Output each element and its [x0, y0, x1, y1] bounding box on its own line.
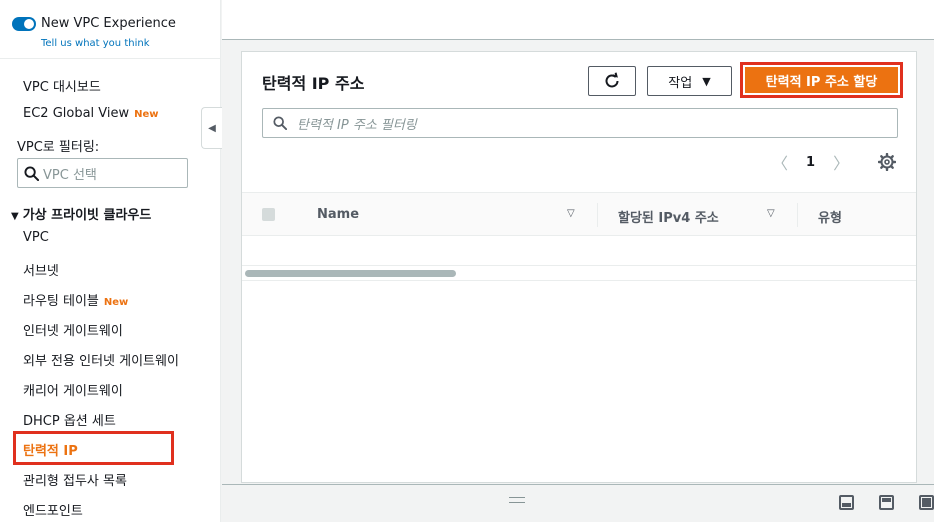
refresh-button[interactable]	[588, 66, 636, 96]
sidebar-item-route-tables[interactable]: 라우팅 테이블 New	[23, 290, 128, 309]
sidebar-item-ec2-global-view[interactable]: EC2 Global View New	[23, 106, 159, 121]
chevron-left-icon[interactable]: 〈	[772, 150, 788, 174]
new-vpc-experience-toggle-row[interactable]: New VPC Experience	[12, 16, 176, 31]
feedback-link[interactable]: Tell us what you think	[41, 38, 150, 49]
sidebar-item-elastic-ips[interactable]: 탄력적 IP	[23, 440, 78, 459]
sidebar-item-label: 캐리어 게이트웨이	[23, 384, 123, 399]
icon-fill	[922, 498, 931, 507]
page-title: 탄력적 IP 주소	[262, 74, 365, 93]
new-badge: New	[103, 297, 129, 308]
column-header-allocated-ipv4[interactable]: 할당된 IPv4 주소	[618, 207, 719, 226]
sidebar-item-label: 라우팅 테이블	[23, 294, 99, 309]
column-separator[interactable]	[797, 203, 798, 227]
sidebar-item-egress-only-gateways[interactable]: 외부 전용 인터넷 게이트웨이	[23, 350, 179, 369]
scrollbar-thumb[interactable]	[245, 270, 456, 277]
horizontal-scrollbar[interactable]	[242, 267, 916, 281]
pagination: 〈 1 〉	[772, 150, 849, 174]
elastic-ip-filter-input[interactable]: 탄력적 IP 주소 필터링	[262, 108, 898, 138]
section-virtual-private-cloud[interactable]: ▼ 가상 프라이빗 클라우드	[11, 204, 151, 223]
actions-label: 작업	[668, 75, 693, 91]
sidebar-item-managed-prefix-lists[interactable]: 관리형 접두사 목록	[23, 470, 127, 489]
sidebar-item-label: 탄력적 IP	[23, 444, 78, 459]
allocate-elastic-ip-button[interactable]: 탄력적 IP 주소 할당	[745, 67, 898, 93]
sidebar-item-vpc-dashboard[interactable]: VPC 대시보드	[23, 76, 101, 95]
filter-placeholder: 탄력적 IP 주소 필터링	[297, 117, 417, 133]
caret-down-icon: ▼	[11, 211, 19, 222]
select-all-checkbox[interactable]	[262, 208, 275, 221]
vpc-filter-label: VPC로 필터링:	[17, 140, 100, 155]
chevron-right-icon[interactable]: 〉	[833, 150, 849, 174]
caret-down-icon: ▼	[702, 74, 711, 88]
sidebar-item-internet-gateways[interactable]: 인터넷 게이트웨이	[23, 320, 123, 339]
page-number[interactable]: 1	[806, 155, 815, 170]
refresh-icon	[605, 72, 619, 88]
sidebar-item-label: EC2 Global View	[23, 106, 130, 121]
new-vpc-experience-toggle[interactable]	[12, 16, 36, 31]
split-panel-bar	[222, 484, 934, 522]
sidebar-item-vpc[interactable]: VPC	[23, 230, 49, 245]
vpc-select-input[interactable]: VPC 선택	[17, 158, 188, 188]
highlight-box: 탄력적 IP 주소 할당	[740, 62, 903, 98]
table-body-divider	[242, 265, 916, 266]
new-badge: New	[134, 109, 159, 120]
sidebar-item-label: DHCP 옵션 세트	[23, 414, 116, 429]
sidebar-item-endpoints[interactable]: 엔드포인트	[23, 500, 83, 519]
sidebar-item-subnets[interactable]: 서브넷	[23, 260, 59, 279]
icon-fill	[882, 498, 891, 502]
panel-side-icon[interactable]	[879, 495, 894, 510]
search-icon	[273, 116, 287, 130]
column-header-name[interactable]: Name	[317, 207, 359, 222]
toggle-knob	[24, 18, 34, 29]
sidebar-item-label: 엔드포인트	[23, 504, 83, 519]
sidebar-item-label: 인터넷 게이트웨이	[23, 324, 123, 339]
table-header: Name ▽ 할당된 IPv4 주소 ▽ 유형	[242, 192, 916, 236]
sidebar-item-dhcp-options[interactable]: DHCP 옵션 세트	[23, 410, 116, 429]
drag-handle-icon[interactable]	[509, 497, 525, 503]
sort-icon[interactable]: ▽	[767, 208, 775, 219]
panel-bottom-icon[interactable]	[839, 495, 854, 510]
gear-icon[interactable]	[878, 153, 896, 171]
sidebar-item-label: 서브넷	[23, 264, 59, 279]
caret-left-icon: ◀	[208, 122, 216, 134]
sidebar-item-label: VPC	[23, 230, 49, 245]
top-bar	[222, 0, 934, 40]
sidebar-divider	[0, 58, 221, 59]
vpc-select-placeholder: VPC 선택	[43, 167, 97, 183]
sort-icon[interactable]: ▽	[567, 208, 575, 219]
toggle-label: New VPC Experience	[41, 16, 176, 31]
search-icon	[24, 165, 39, 181]
section-title: 가상 프라이빗 클라우드	[22, 208, 152, 223]
column-separator[interactable]	[597, 203, 598, 227]
sidebar-item-label: 외부 전용 인터넷 게이트웨이	[23, 354, 179, 369]
column-header-type[interactable]: 유형	[818, 207, 842, 226]
sidebar-item-label: 관리형 접두사 목록	[23, 474, 127, 489]
sidebar-item-carrier-gateways[interactable]: 캐리어 게이트웨이	[23, 380, 123, 399]
elastic-ip-panel: 탄력적 IP 주소 작업 ▼ 탄력적 IP 주소 할당 탄력적 IP 주소 필터링…	[241, 51, 917, 483]
sidebar-item-label: VPC 대시보드	[23, 80, 101, 95]
sidebar-collapse-handle[interactable]: ◀	[201, 107, 222, 149]
icon-fill	[842, 503, 851, 507]
panel-hide-icon[interactable]	[919, 495, 934, 510]
sidebar: New VPC Experience Tell us what you thin…	[0, 0, 221, 522]
actions-dropdown-button[interactable]: 작업 ▼	[647, 66, 732, 96]
